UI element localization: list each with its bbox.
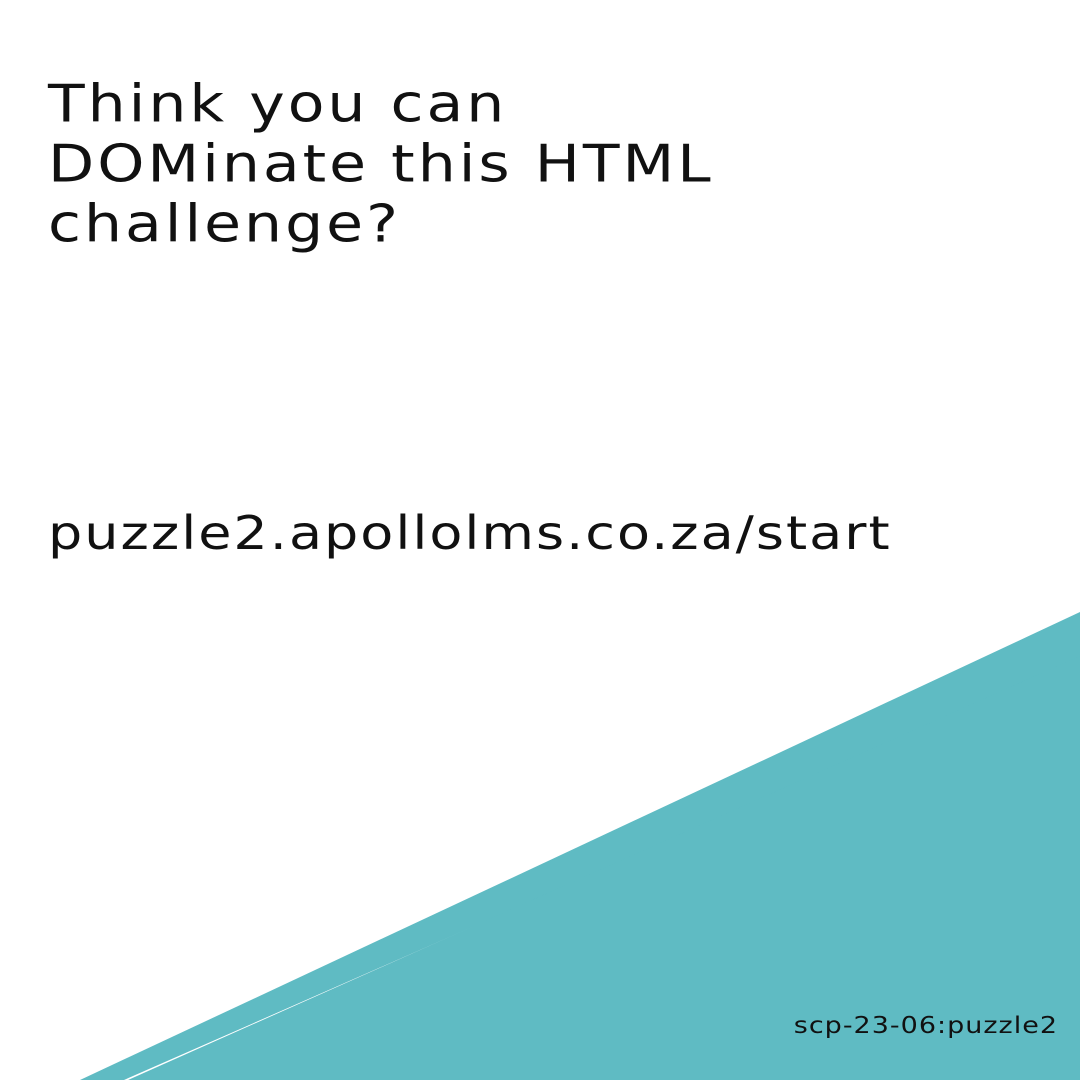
puzzle-code-tag: scp-23-06:puzzle2 bbox=[793, 1012, 1058, 1040]
puzzle-url: puzzle2.apollolms.co.za/start bbox=[48, 506, 892, 561]
headline: Think you can DOMinate this HTML challen… bbox=[48, 74, 714, 255]
headline-line-3: challenge? bbox=[48, 194, 401, 255]
poster: Think you can DOMinate this HTML challen… bbox=[0, 0, 1080, 1080]
headline-line-2: DOMinate this HTML bbox=[48, 134, 714, 195]
headline-line-1: Think you can bbox=[48, 74, 508, 135]
